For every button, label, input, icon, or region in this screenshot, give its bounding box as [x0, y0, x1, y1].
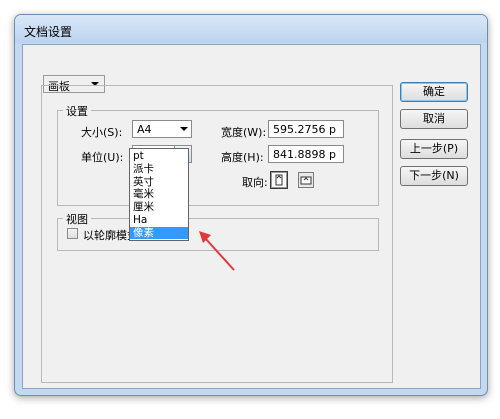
outline-mode-checkbox[interactable]	[67, 228, 78, 239]
portrait-icon	[275, 174, 283, 186]
unit-option-inch[interactable]: 英寸	[130, 176, 188, 188]
view-group-label: 视图	[63, 211, 91, 227]
document-settings-dialog: 文档设置 画板 设置 大小(S): A4 单位(U): 像素 宽度(W): 59…	[14, 14, 488, 396]
settings-group-label: 设置	[63, 103, 91, 119]
unit-dropdown-list: pt 派卡 英寸 毫米 厘米 Ha 像素	[129, 148, 189, 241]
unit-option-mm[interactable]: 毫米	[130, 188, 188, 200]
height-field[interactable]: 841.8898 p	[268, 145, 344, 163]
ok-button[interactable]: 确定	[400, 82, 468, 102]
cancel-button[interactable]: 取消	[400, 109, 468, 129]
previous-button[interactable]: 上一步(P)	[400, 139, 468, 159]
width-label: 宽度(W):	[221, 126, 267, 139]
portrait-orientation-button[interactable]	[270, 171, 288, 189]
unit-option-pt[interactable]: pt	[130, 150, 188, 162]
width-field[interactable]: 595.2756 p	[268, 120, 344, 138]
landscape-orientation-button[interactable]	[298, 172, 314, 188]
height-field-value: 841.8898 p	[273, 148, 336, 161]
size-select-value: A4	[137, 123, 152, 136]
unit-option-ha[interactable]: Ha	[130, 214, 188, 226]
dialog-client-area: 画板 设置 大小(S): A4 单位(U): 像素 宽度(W): 595.275…	[22, 44, 481, 389]
unit-option-pica[interactable]: 派卡	[130, 163, 188, 175]
title-bar: 文档设置	[15, 15, 487, 43]
size-select[interactable]: A4	[132, 120, 192, 138]
orientation-label: 取向:	[242, 176, 268, 189]
width-field-value: 595.2756 p	[273, 123, 336, 136]
dialog-title: 文档设置	[24, 25, 73, 39]
unit-option-cm[interactable]: 厘米	[130, 201, 188, 213]
landscape-icon	[300, 176, 312, 185]
next-button[interactable]: 下一步(N)	[400, 166, 468, 186]
size-label: 大小(S):	[81, 126, 123, 139]
height-label: 高度(H):	[221, 151, 264, 164]
chevron-down-icon	[180, 127, 188, 131]
unit-option-pixel[interactable]: 像素	[130, 227, 188, 239]
unit-label: 单位(U):	[81, 151, 124, 164]
